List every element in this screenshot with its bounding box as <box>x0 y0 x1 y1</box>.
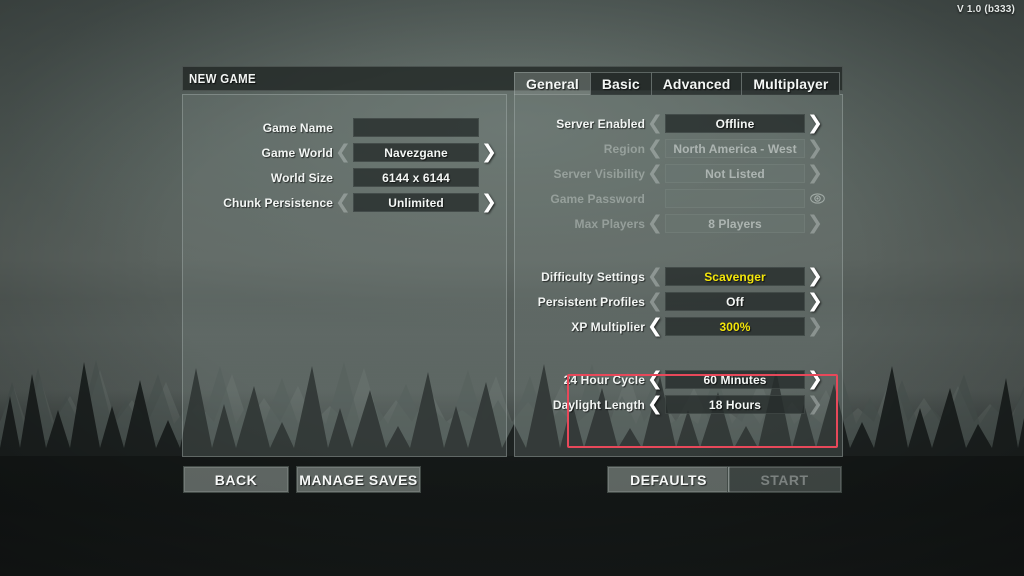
persistent-profiles-left-arrow-icon[interactable]: ❮ <box>645 291 665 313</box>
chunk-persistence-value[interactable]: Unlimited <box>353 193 479 212</box>
start-button[interactable]: START <box>727 466 842 493</box>
difficulty-left-arrow-icon[interactable]: ❮ <box>645 266 665 288</box>
row-daylight-length: Daylight Length ❮ 18 Hours ❯ <box>515 392 842 417</box>
row-game-password: Game Password ❮ <box>515 186 842 211</box>
persistent-profiles-right-arrow-icon[interactable]: ❯ <box>805 291 825 313</box>
row-24-hour-cycle: 24 Hour Cycle ❮ 60 Minutes ❯ <box>515 367 842 392</box>
daylight-length-value[interactable]: 18 Hours <box>665 395 805 414</box>
region-value: North America - West <box>665 139 805 158</box>
world-settings-panel: Game Name ❮ ❯ Game World ❮ Navezgane ❯ W… <box>182 94 507 457</box>
label-game-password: Game Password <box>550 191 645 206</box>
eye-icon[interactable] <box>807 188 827 210</box>
new-game-window: NEW GAME Game Name ❮ ❯ Game World ❮ Nave… <box>182 66 843 457</box>
cycle-right-arrow-icon[interactable]: ❯ <box>805 369 825 391</box>
row-difficulty-settings: Difficulty Settings ❮ Scavenger ❯ <box>515 264 842 289</box>
label-server-visibility: Server Visibility <box>553 166 645 181</box>
tab-advanced[interactable]: Advanced <box>650 72 743 95</box>
game-password-input <box>665 189 805 208</box>
tab-advanced-label: Advanced <box>662 76 731 92</box>
defaults-button[interactable]: DEFAULTS <box>607 466 730 493</box>
tab-basic[interactable]: Basic <box>589 72 652 95</box>
page-title: NEW GAME <box>189 71 257 86</box>
game-options-panel: General Basic Advanced Multiplayer Serve… <box>514 72 843 457</box>
xp-multiplier-left-arrow-icon[interactable]: ❮ <box>645 316 665 338</box>
region-left-arrow-icon: ❮ <box>647 137 663 159</box>
label-region: Region <box>603 141 645 156</box>
group-separator <box>515 339 842 367</box>
24-hour-cycle-value[interactable]: 60 Minutes <box>665 370 805 389</box>
row-world-size: World Size ❮ 6144 x 6144 ❯ <box>183 165 506 190</box>
label-max-players: Max Players <box>574 216 645 231</box>
bottom-button-bar: BACK MANAGE SAVES DEFAULTS START <box>182 466 843 493</box>
server-enabled-right-arrow-icon[interactable]: ❯ <box>805 113 825 135</box>
daylight-left-arrow-icon[interactable]: ❮ <box>645 394 665 416</box>
label-game-world: Game World <box>261 145 333 160</box>
game-menu-screen: V 1.0 (b333) NEW GAME Game Name ❮ ❯ Game… <box>0 0 1024 576</box>
row-server-visibility: Server Visibility ❮ Not Listed ❯ <box>515 161 842 186</box>
options-tabbar: General Basic Advanced Multiplayer <box>514 72 841 95</box>
row-chunk-persistence: Chunk Persistence ❮ Unlimited ❯ <box>183 190 506 215</box>
manage-saves-button[interactable]: MANAGE SAVES <box>296 466 421 493</box>
row-game-world: Game World ❮ Navezgane ❯ <box>183 140 506 165</box>
row-region: Region ❮ North America - West ❯ <box>515 136 842 161</box>
tab-basic-label: Basic <box>601 76 640 92</box>
tab-multiplayer-label: Multiplayer <box>753 76 829 92</box>
row-game-name: Game Name ❮ ❯ <box>183 115 506 140</box>
region-right-arrow-icon: ❯ <box>807 137 823 159</box>
daylight-right-arrow-icon: ❯ <box>807 393 823 415</box>
row-persistent-profiles: Persistent Profiles ❮ Off ❯ <box>515 289 842 314</box>
game-world-value[interactable]: Navezgane <box>353 143 479 162</box>
persistent-profiles-value[interactable]: Off <box>665 292 805 311</box>
chunk-persistence-left-arrow-icon[interactable]: ❮ <box>333 192 353 214</box>
general-options-rows: Server Enabled ❮ Offline ❯ Region ❮ Nort… <box>515 95 842 417</box>
world-size-value: 6144 x 6144 <box>353 168 479 187</box>
label-difficulty-settings: Difficulty Settings <box>541 269 645 284</box>
back-button[interactable]: BACK <box>183 466 289 493</box>
game-world-right-arrow-icon[interactable]: ❯ <box>479 142 499 164</box>
server-visibility-left-arrow-icon: ❮ <box>647 162 663 184</box>
label-persistent-profiles: Persistent Profiles <box>537 294 645 309</box>
label-game-name: Game Name <box>262 120 333 135</box>
game-world-left-arrow-icon[interactable]: ❮ <box>333 142 353 164</box>
label-chunk-persistence: Chunk Persistence <box>223 195 333 210</box>
difficulty-right-arrow-icon[interactable]: ❯ <box>805 266 825 288</box>
game-name-input[interactable] <box>353 118 479 137</box>
row-xp-multiplier: XP Multiplier ❮ 300% ❯ <box>515 314 842 339</box>
xp-multiplier-right-arrow-icon: ❯ <box>807 315 823 337</box>
tab-multiplayer[interactable]: Multiplayer <box>741 72 841 95</box>
difficulty-settings-value[interactable]: Scavenger <box>665 267 805 286</box>
label-world-size: World Size <box>270 170 333 185</box>
server-enabled-value[interactable]: Offline <box>665 114 805 133</box>
chunk-persistence-right-arrow-icon[interactable]: ❯ <box>479 192 499 214</box>
label-daylight-length: Daylight Length <box>552 397 645 412</box>
max-players-value: 8 Players <box>665 214 805 233</box>
group-separator <box>515 236 842 264</box>
cycle-left-arrow-icon[interactable]: ❮ <box>645 369 665 391</box>
xp-multiplier-value[interactable]: 300% <box>665 317 805 336</box>
server-enabled-left-arrow-icon[interactable]: ❮ <box>645 113 665 135</box>
world-settings-rows: Game Name ❮ ❯ Game World ❮ Navezgane ❯ W… <box>183 95 506 215</box>
server-visibility-right-arrow-icon: ❯ <box>807 162 823 184</box>
tab-general[interactable]: General <box>514 72 591 95</box>
server-visibility-value: Not Listed <box>665 164 805 183</box>
max-players-left-arrow-icon: ❮ <box>647 212 663 234</box>
tab-general-label: General <box>526 76 579 92</box>
version-label: V 1.0 (b333) <box>957 4 1015 15</box>
label-xp-multiplier: XP Multiplier <box>571 319 645 334</box>
row-max-players: Max Players ❮ 8 Players ❯ <box>515 211 842 236</box>
row-server-enabled: Server Enabled ❮ Offline ❯ <box>515 111 842 136</box>
label-24-hour-cycle: 24 Hour Cycle <box>563 372 645 387</box>
panels-container: Game Name ❮ ❯ Game World ❮ Navezgane ❯ W… <box>182 72 843 457</box>
label-server-enabled: Server Enabled <box>556 116 645 131</box>
max-players-right-arrow-icon: ❯ <box>807 212 823 234</box>
